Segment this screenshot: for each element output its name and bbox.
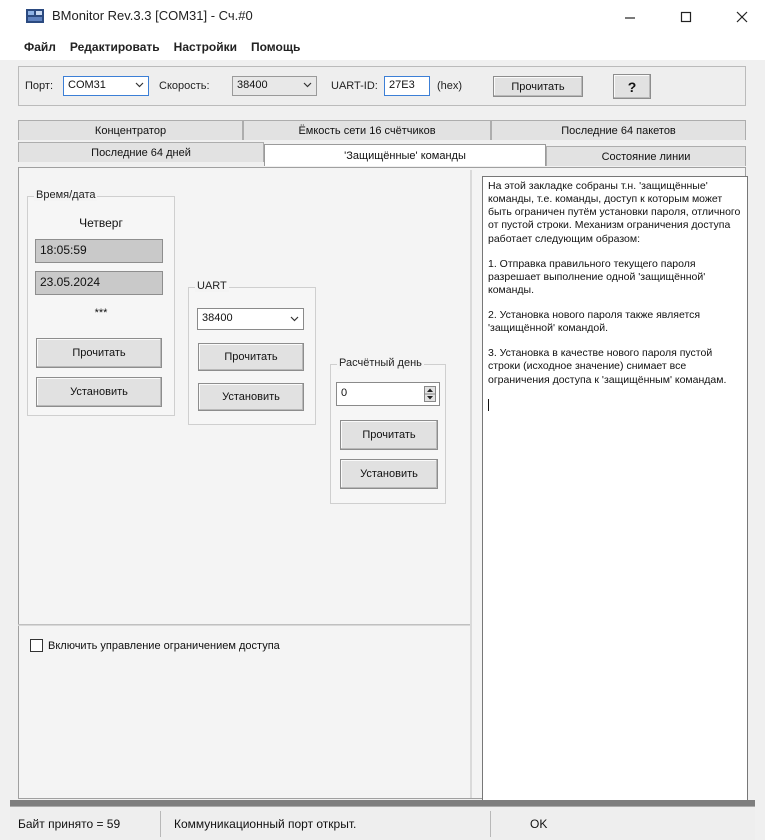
menu-bar: Файл Редактировать Настройки Помощь [0, 34, 765, 60]
menu-edit[interactable]: Редактировать [68, 38, 162, 56]
tab-line-state[interactable]: Состояние линии [546, 146, 746, 166]
access-control-label: Включить управление ограничением доступа [48, 639, 280, 652]
maximize-button[interactable] [664, 0, 708, 34]
menu-settings[interactable]: Настройки [172, 38, 239, 56]
help-button[interactable]: ? [613, 74, 651, 99]
port-select[interactable]: COM31 [63, 76, 149, 96]
datetime-set-button[interactable]: Установить [36, 377, 162, 407]
help-icon: ? [627, 78, 637, 95]
info-paragraph-1: На этой закладке собраны т.н. 'защищённы… [488, 180, 741, 245]
info-paragraph-4: 3. Установка в качестве нового пароля пу… [488, 347, 727, 386]
access-control-checkbox-row[interactable]: Включить управление ограничением доступа [30, 639, 280, 652]
minimize-icon [625, 17, 635, 19]
chevron-down-icon [303, 82, 312, 88]
status-port: Коммуникационный порт открыт. [174, 817, 357, 831]
billing-day-value: 0 [341, 387, 348, 399]
tab-concentrator[interactable]: Концентратор [18, 120, 243, 140]
title-bar: BMonitor Rev.3.3 [COM31] - Сч.#0 [0, 0, 765, 34]
uart-speed-value: 38400 [202, 312, 233, 324]
chevron-down-icon [290, 316, 299, 322]
uart-read-button[interactable]: Прочитать [198, 343, 304, 371]
menu-file[interactable]: Файл [22, 38, 58, 56]
horizontal-divider[interactable] [18, 624, 470, 626]
close-icon [736, 11, 748, 23]
uart-id-hex-label: (hex) [437, 80, 463, 92]
uart-set-button[interactable]: Установить [198, 383, 304, 411]
weekday-label: Четверг [79, 216, 123, 230]
info-paragraph-3: 2. Установка нового пароля также являетс… [488, 309, 701, 335]
uart-speed-select[interactable]: 38400 [197, 308, 304, 330]
window-title: BMonitor Rev.3.3 [COM31] - Сч.#0 [52, 8, 253, 23]
maximize-icon [680, 11, 692, 23]
text-cursor [488, 398, 489, 411]
info-paragraph-2: 1. Отправка правильного текущего пароля … [488, 257, 706, 296]
datetime-group-title: Время/дата [34, 189, 98, 201]
close-button[interactable] [720, 0, 764, 34]
uart-group-title: UART [195, 280, 229, 292]
vertical-splitter[interactable] [470, 170, 472, 798]
speed-value: 38400 [237, 79, 268, 91]
speed-label: Скорость: [159, 80, 210, 92]
time-field: 18:05:59 [35, 239, 163, 263]
status-bar: Байт принято = 59 Коммуникационный порт … [10, 806, 755, 840]
billing-day-read-button[interactable]: Прочитать [340, 420, 438, 450]
minimize-button[interactable] [608, 0, 652, 34]
tab-last-64-days[interactable]: Последние 64 дней [18, 142, 264, 162]
status-result: OK [530, 817, 548, 831]
info-textarea[interactable]: На этой закладке собраны т.н. 'защищённы… [482, 176, 748, 802]
date-field: 23.05.2024 [35, 271, 163, 295]
spinner-arrows-icon[interactable] [424, 386, 436, 402]
speed-select[interactable]: 38400 [232, 76, 317, 96]
tab-protected-commands[interactable]: 'Защищённые' команды [264, 144, 546, 166]
stars-label: *** [94, 307, 108, 319]
tab-last-64-packets[interactable]: Последние 64 пакетов [491, 120, 746, 140]
uart-id-input[interactable]: 27E3 [384, 76, 430, 96]
status-bytes-received: Байт принято = 59 [18, 817, 121, 831]
status-separator [160, 811, 161, 837]
menu-help[interactable]: Помощь [249, 38, 302, 56]
chevron-down-icon [135, 82, 144, 88]
port-value: COM31 [68, 79, 106, 91]
toolbar-read-button[interactable]: Прочитать [493, 76, 583, 97]
app-icon [26, 9, 44, 23]
billing-day-group-title: Расчётный день [337, 357, 424, 369]
billing-day-spinner[interactable]: 0 [336, 382, 440, 406]
datetime-read-button[interactable]: Прочитать [36, 338, 162, 368]
status-separator [490, 811, 491, 837]
uart-id-label: UART-ID: [331, 80, 378, 92]
billing-day-set-button[interactable]: Установить [340, 459, 438, 489]
access-control-checkbox[interactable] [30, 639, 43, 652]
toolbar: Порт: COM31 Скорость: 38400 UART-ID: 27E… [18, 66, 746, 106]
tab-network-capacity[interactable]: Ёмкость сети 16 счётчиков [243, 120, 491, 140]
port-label: Порт: [25, 80, 53, 92]
